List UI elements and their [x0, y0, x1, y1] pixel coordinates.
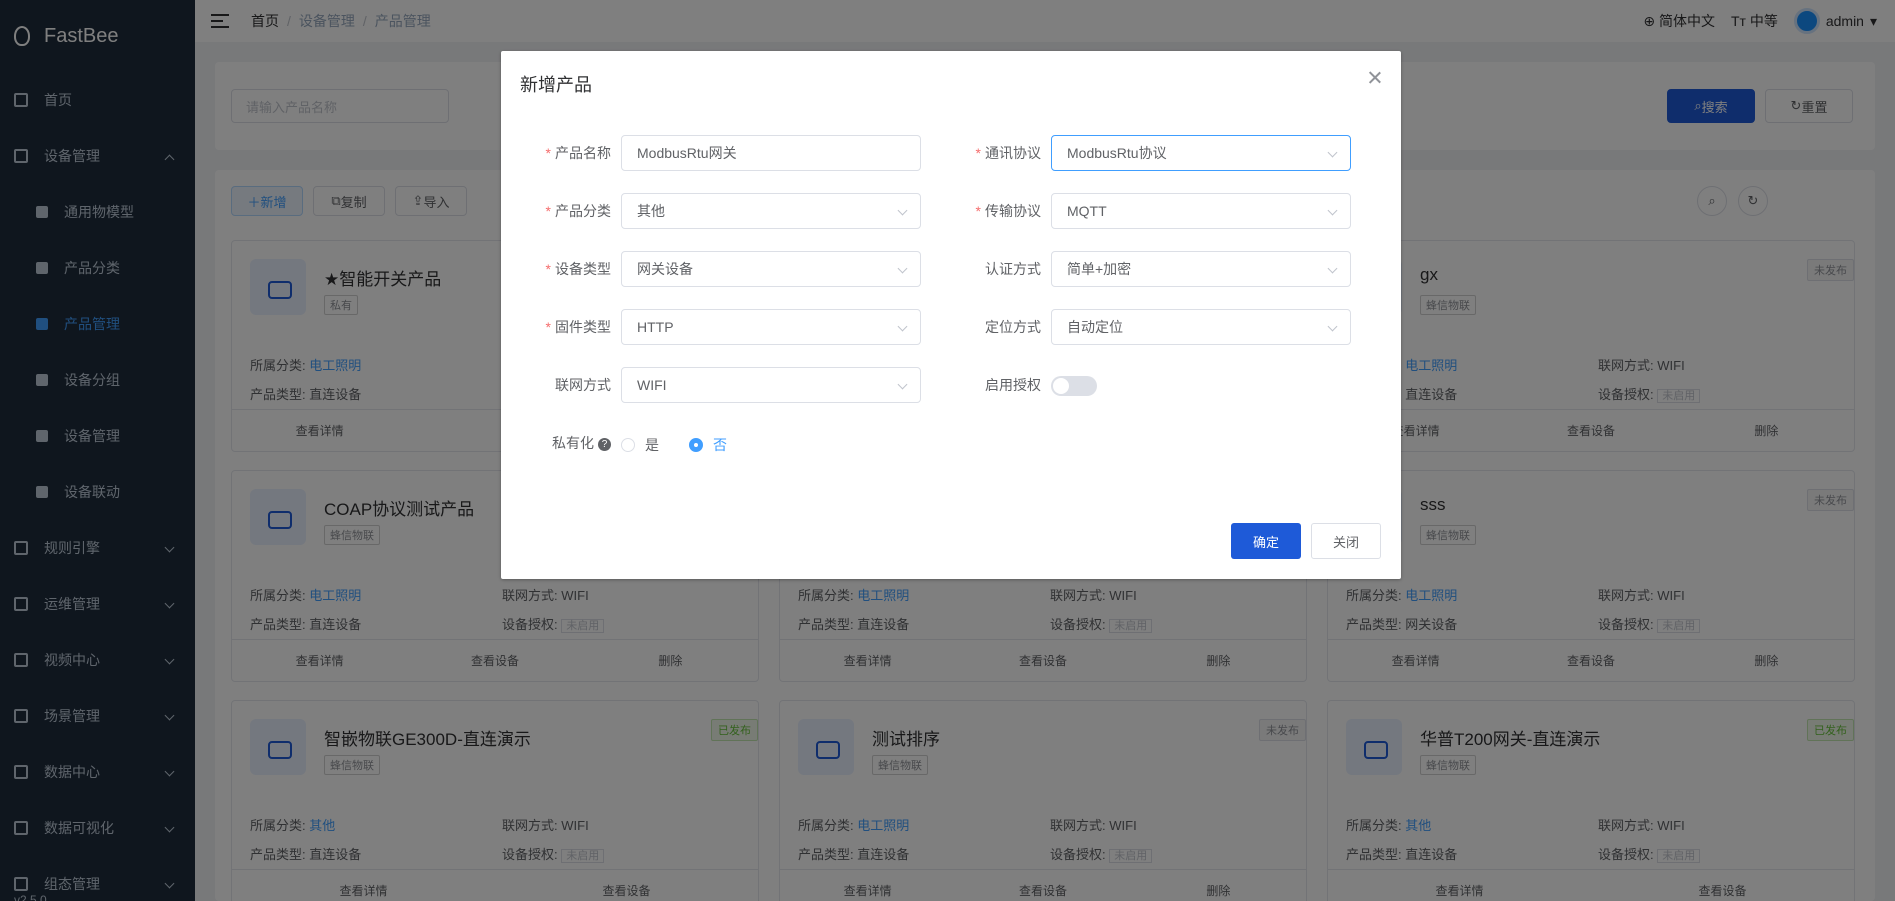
protocol-value: ModbusRtu协议 — [1067, 145, 1167, 161]
location-label: 定位方式 — [985, 319, 1041, 335]
auth-mode-label: 认证方式 — [985, 261, 1041, 277]
transport-value: MQTT — [1067, 203, 1107, 219]
network-label: 联网方式 — [555, 377, 611, 393]
radio-dot — [689, 438, 703, 452]
authorization-toggle[interactable] — [1051, 376, 1097, 396]
location-value: 自动定位 — [1067, 319, 1123, 335]
product-name-input[interactable]: ModbusRtu网关 — [621, 135, 921, 171]
network-value: WIFI — [637, 377, 667, 393]
category-label: * 产品分类 — [545, 203, 611, 219]
chevron-down-icon — [897, 263, 908, 274]
dialog-close-button[interactable]: 关闭 — [1311, 523, 1381, 559]
question-icon[interactable]: ? — [598, 437, 611, 451]
auth-mode-value: 简单+加密 — [1067, 261, 1132, 277]
auth-mode-select[interactable]: 简单+加密 — [1051, 251, 1351, 287]
close-icon[interactable] — [1367, 70, 1383, 86]
transport-select[interactable]: MQTT — [1051, 193, 1351, 229]
radio-label: 否 — [713, 437, 727, 453]
confirm-button[interactable]: 确定 — [1231, 523, 1301, 559]
protocol-label: * 通讯协议 — [975, 145, 1041, 161]
firmware-label: * 固件类型 — [545, 319, 611, 335]
private-yes-radio[interactable]: 是 — [621, 435, 659, 455]
chevron-down-icon — [897, 321, 908, 332]
dialog-title: 新增产品 — [520, 75, 592, 95]
location-select[interactable]: 自动定位 — [1051, 309, 1351, 345]
chevron-down-icon — [897, 205, 908, 216]
firmware-select[interactable]: HTTP — [621, 309, 921, 345]
device-type-label: * 设备类型 — [545, 261, 611, 277]
chevron-down-icon — [1327, 205, 1338, 216]
chevron-down-icon — [1327, 321, 1338, 332]
network-select[interactable]: WIFI — [621, 367, 921, 403]
radio-dot — [621, 438, 635, 452]
chevron-down-icon — [1327, 147, 1338, 158]
category-value: 其他 — [637, 203, 665, 219]
product-name-label: * 产品名称 — [545, 145, 611, 161]
category-select[interactable]: 其他 — [621, 193, 921, 229]
device-type-value: 网关设备 — [637, 261, 693, 277]
private-label: 私有化? — [501, 425, 611, 461]
private-no-radio[interactable]: 否 — [689, 435, 727, 455]
authorization-label: 启用授权 — [985, 377, 1041, 393]
transport-label: * 传输协议 — [975, 203, 1041, 219]
device-type-select[interactable]: 网关设备 — [621, 251, 921, 287]
firmware-value: HTTP — [637, 319, 674, 335]
protocol-select[interactable]: ModbusRtu协议 — [1051, 135, 1351, 171]
add-product-dialog: 新增产品 * 产品名称 ModbusRtu网关 * 通讯协议 ModbusRtu协议… — [501, 51, 1401, 579]
radio-label: 是 — [645, 437, 659, 453]
chevron-down-icon — [1327, 263, 1338, 274]
chevron-down-icon — [897, 379, 908, 390]
